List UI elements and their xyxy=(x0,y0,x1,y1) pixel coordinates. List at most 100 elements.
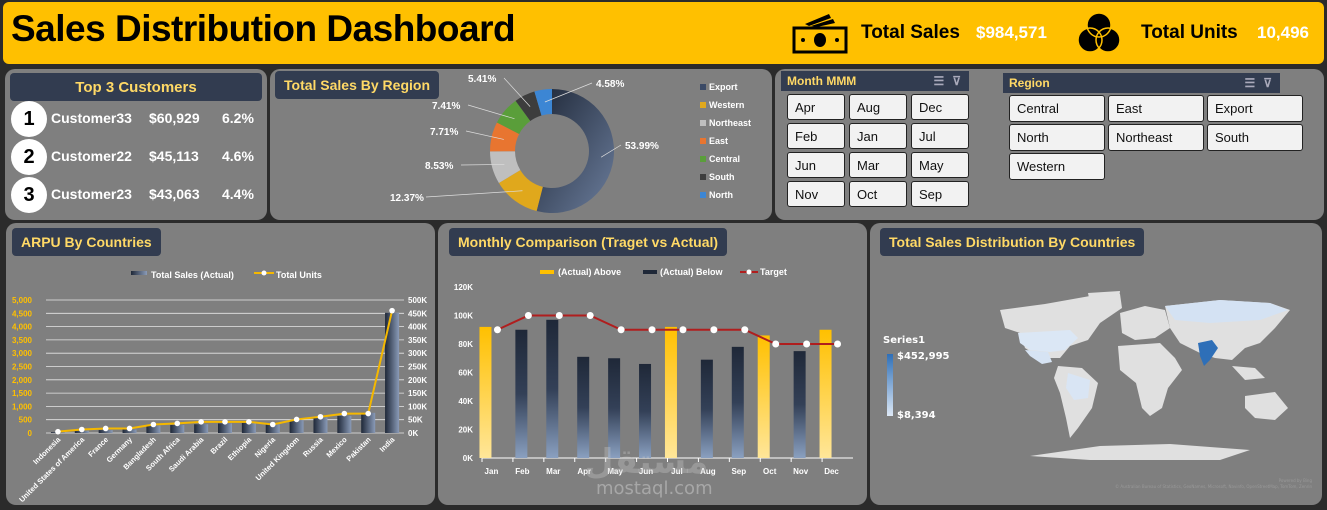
total-units-point[interactable] xyxy=(389,307,395,314)
bar-russia[interactable] xyxy=(313,417,328,433)
clear-filter-icon[interactable]: ⊽ xyxy=(952,74,961,88)
target-point[interactable] xyxy=(834,340,842,348)
donut-data-label: 8.53% xyxy=(425,161,453,172)
arpu-chart: Total Sales (Actual) Total Units 0 0K 500 50K… xyxy=(12,270,427,504)
map-title: Total Sales Distribution By Countries xyxy=(880,228,1145,256)
right-axis-tick: 50K xyxy=(408,416,423,425)
target-point[interactable] xyxy=(648,326,656,334)
x-axis-label: Feb xyxy=(515,467,529,476)
target-point[interactable] xyxy=(803,340,811,348)
total-units-point[interactable] xyxy=(150,421,157,428)
africa xyxy=(1118,343,1182,416)
target-point[interactable] xyxy=(555,312,563,319)
x-axis-label: Mar xyxy=(546,467,560,476)
total-units-point[interactable] xyxy=(269,421,276,428)
total-units-point[interactable] xyxy=(174,420,181,427)
legend-item-central[interactable]: Central xyxy=(700,154,740,164)
total-units-point[interactable] xyxy=(79,426,85,433)
legend-below: (Actual) Below xyxy=(660,267,724,277)
region-filter-south[interactable]: South xyxy=(1207,124,1303,151)
total-units-point[interactable] xyxy=(246,419,252,425)
month-filter-dec[interactable]: Dec xyxy=(911,94,969,120)
target-point[interactable] xyxy=(493,326,501,334)
x-axis-label: Ethiopia xyxy=(226,434,254,462)
region-filter-northeast[interactable]: Northeast xyxy=(1108,124,1204,151)
bar-below-feb[interactable] xyxy=(515,329,528,458)
europe xyxy=(1120,306,1170,340)
left-axis-tick: 5,000 xyxy=(12,296,33,305)
total-units-point[interactable] xyxy=(55,428,61,435)
legend-item-northeast[interactable]: Northeast xyxy=(700,118,751,128)
month-filter-may[interactable]: May xyxy=(911,152,969,178)
x-axis-label: Sep xyxy=(731,467,746,476)
month-filter-jan[interactable]: Jan xyxy=(849,123,907,149)
target-point[interactable] xyxy=(586,312,594,319)
y-axis-tick: 120K xyxy=(454,283,473,292)
region-filter-export[interactable]: Export xyxy=(1207,95,1303,122)
month-filter-oct[interactable]: Oct xyxy=(849,181,907,207)
target-point[interactable] xyxy=(772,340,780,348)
target-point[interactable] xyxy=(524,312,532,319)
legend-label: Export xyxy=(709,82,738,92)
target-point[interactable] xyxy=(617,326,625,334)
region-filter-western[interactable]: Western xyxy=(1009,153,1105,180)
bar-above-oct[interactable] xyxy=(757,335,770,458)
total-units-label: Total Units xyxy=(1141,22,1238,43)
target-point[interactable] xyxy=(679,326,687,334)
region-filter-east[interactable]: East xyxy=(1108,95,1204,122)
month-filter-jul[interactable]: Jul xyxy=(911,123,969,149)
total-units-point[interactable] xyxy=(222,419,228,425)
world-map[interactable] xyxy=(970,288,1310,473)
region-filter-central[interactable]: Central xyxy=(1009,95,1105,122)
watermark-arabic: مستقل xyxy=(584,442,709,482)
bar-brazil[interactable] xyxy=(218,423,232,433)
right-axis-tick: 200K xyxy=(408,376,427,385)
map-panel: Total Sales Distribution By Countries Se… xyxy=(870,223,1322,505)
legend-item-western[interactable]: Western xyxy=(700,100,744,110)
right-axis-tick: 100K xyxy=(408,402,427,411)
legend-item-north[interactable]: North xyxy=(700,190,733,200)
right-axis-tick: 500K xyxy=(408,296,427,305)
total-units-point[interactable] xyxy=(293,416,300,423)
bar-saudi-arabia[interactable] xyxy=(194,424,209,433)
donut-data-label: 5.41% xyxy=(468,74,496,85)
month-filter-mar[interactable]: Mar xyxy=(849,152,907,178)
right-axis-tick: 150K xyxy=(408,389,427,398)
bar-above-jan[interactable] xyxy=(479,326,492,458)
legend-item-east[interactable]: East xyxy=(700,136,728,146)
bar-above-dec[interactable] xyxy=(819,329,832,458)
month-filter-aug[interactable]: Aug xyxy=(849,94,907,120)
month-filter-nov[interactable]: Nov xyxy=(787,181,845,207)
region-filter-north[interactable]: North xyxy=(1009,124,1105,151)
money-icon xyxy=(792,14,848,54)
total-units-point[interactable] xyxy=(126,425,133,432)
left-axis-tick: 3,500 xyxy=(12,336,33,345)
month-filter-sep[interactable]: Sep xyxy=(911,181,969,207)
bar-below-sep[interactable] xyxy=(731,346,744,458)
clear-filter-icon[interactable]: ⊽ xyxy=(1263,76,1272,90)
total-units-point[interactable] xyxy=(317,413,324,420)
legend-item-export[interactable]: Export xyxy=(700,82,738,92)
left-axis-tick: 1,000 xyxy=(12,402,33,411)
total-units-point[interactable] xyxy=(198,419,204,425)
region-slicer-title: Region xyxy=(1009,76,1050,90)
bar-below-nov[interactable] xyxy=(793,351,806,458)
month-filter-feb[interactable]: Feb xyxy=(787,123,845,149)
region-donut-panel: Total Sales By Region 53.99% 12.37% 8.53% 7… xyxy=(270,69,772,220)
target-point[interactable] xyxy=(710,326,718,334)
x-axis-label: Dec xyxy=(824,467,839,476)
total-units-point[interactable] xyxy=(365,410,372,417)
legend-item-south[interactable]: South xyxy=(700,172,735,182)
multi-select-icon[interactable]: ☰ xyxy=(1244,76,1255,90)
month-filter-apr[interactable]: Apr xyxy=(787,94,845,120)
month-filter-jun[interactable]: Jun xyxy=(787,152,845,178)
bar-below-mar[interactable] xyxy=(546,319,559,458)
legend-swatch xyxy=(700,156,706,162)
target-point[interactable] xyxy=(741,326,749,334)
bar-mexico[interactable] xyxy=(337,415,352,433)
total-units-point[interactable] xyxy=(341,410,348,417)
multi-select-icon[interactable]: ☰ xyxy=(933,74,944,88)
bar-above-jul[interactable] xyxy=(664,326,677,458)
map-legend-max: $452,995 xyxy=(897,351,950,362)
total-units-point[interactable] xyxy=(102,425,109,432)
